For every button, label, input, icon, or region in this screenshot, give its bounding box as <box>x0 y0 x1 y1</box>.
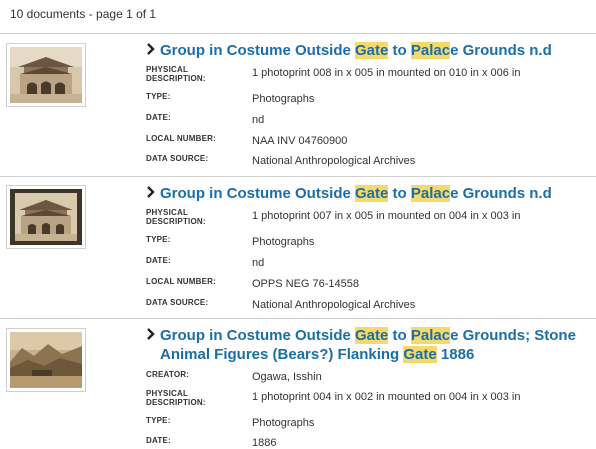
search-highlight: Gate <box>355 327 389 344</box>
field-value: nd <box>252 114 265 126</box>
result-title-link[interactable]: Group in Costume Outside Gate to Palace … <box>146 41 586 60</box>
field-value: 1 photoprint 007 in x 005 in mounted on … <box>252 210 521 222</box>
field-value: OPPS NEG 76-14558 <box>252 278 360 290</box>
field-label: DATE: <box>146 113 171 122</box>
photo-gate-image <box>10 47 82 103</box>
field-value: nd <box>252 257 265 269</box>
field-label: LOCAL NUMBER: <box>146 134 217 143</box>
field-label: LOCAL NUMBER: <box>146 277 217 286</box>
chevron-right-icon <box>147 328 155 340</box>
chevron-right-icon <box>147 43 155 55</box>
search-highlight: Palac <box>410 185 451 202</box>
field-value: Photographs <box>252 236 315 248</box>
result-item: Group in Costume Outside Gate to Palace … <box>0 176 596 321</box>
result-title-link[interactable]: Group in Costume Outside Gate to Palace … <box>146 184 586 203</box>
field-value: Ogawa, Isshin <box>252 371 322 383</box>
result-title-link[interactable]: Group in Costume Outside Gate to Palace … <box>146 326 586 364</box>
field-label: PHYSICAL DESCRIPTION: <box>146 389 206 407</box>
field-value: 1886 <box>252 437 277 449</box>
search-highlight: Palac <box>410 42 451 59</box>
search-highlight: Gate <box>355 42 389 59</box>
result-item: Group in Costume Outside Gate to Palace … <box>0 33 596 179</box>
result-thumbnail[interactable] <box>6 185 86 249</box>
field-value: Photographs <box>252 417 315 429</box>
result-summary: 10 documents - page 1 of 1 <box>10 7 157 21</box>
field-label: PHYSICAL DESCRIPTION: <box>146 65 206 83</box>
field-label: TYPE: <box>146 416 171 425</box>
field-value: National Anthropological Archives <box>252 299 416 311</box>
result-title-text: Group in Costume Outside Gate to Palace … <box>160 42 552 59</box>
photo-landscape-image <box>10 332 82 388</box>
field-label: TYPE: <box>146 92 171 101</box>
field-value: NAA INV 04760900 <box>252 135 348 147</box>
field-value: National Anthropological Archives <box>252 155 416 167</box>
field-value: Photographs <box>252 93 315 105</box>
chevron-right-icon <box>147 186 155 198</box>
field-label: TYPE: <box>146 235 171 244</box>
photo-gate-image <box>10 189 82 245</box>
field-value: 1 photoprint 008 in x 005 in mounted on … <box>252 67 521 79</box>
field-label: DATA SOURCE: <box>146 298 209 307</box>
search-highlight: Gate <box>403 346 437 363</box>
field-label: CREATOR: <box>146 370 190 379</box>
field-value: 1 photoprint 004 in x 002 in mounted on … <box>252 391 521 403</box>
result-title-text: Group in Costume Outside Gate to Palace … <box>160 185 552 202</box>
field-label: DATE: <box>146 256 171 265</box>
field-label: PHYSICAL DESCRIPTION: <box>146 208 206 226</box>
search-highlight: Palac <box>410 327 451 344</box>
field-label: DATE: <box>146 436 171 445</box>
search-highlight: Gate <box>355 185 389 202</box>
result-title-text: Group in Costume Outside Gate to Palace … <box>160 327 576 363</box>
result-item: Group in Costume Outside Gate to Palace … <box>0 318 596 449</box>
field-label: DATA SOURCE: <box>146 154 209 163</box>
result-thumbnail[interactable] <box>6 43 86 107</box>
result-thumbnail[interactable] <box>6 328 86 392</box>
